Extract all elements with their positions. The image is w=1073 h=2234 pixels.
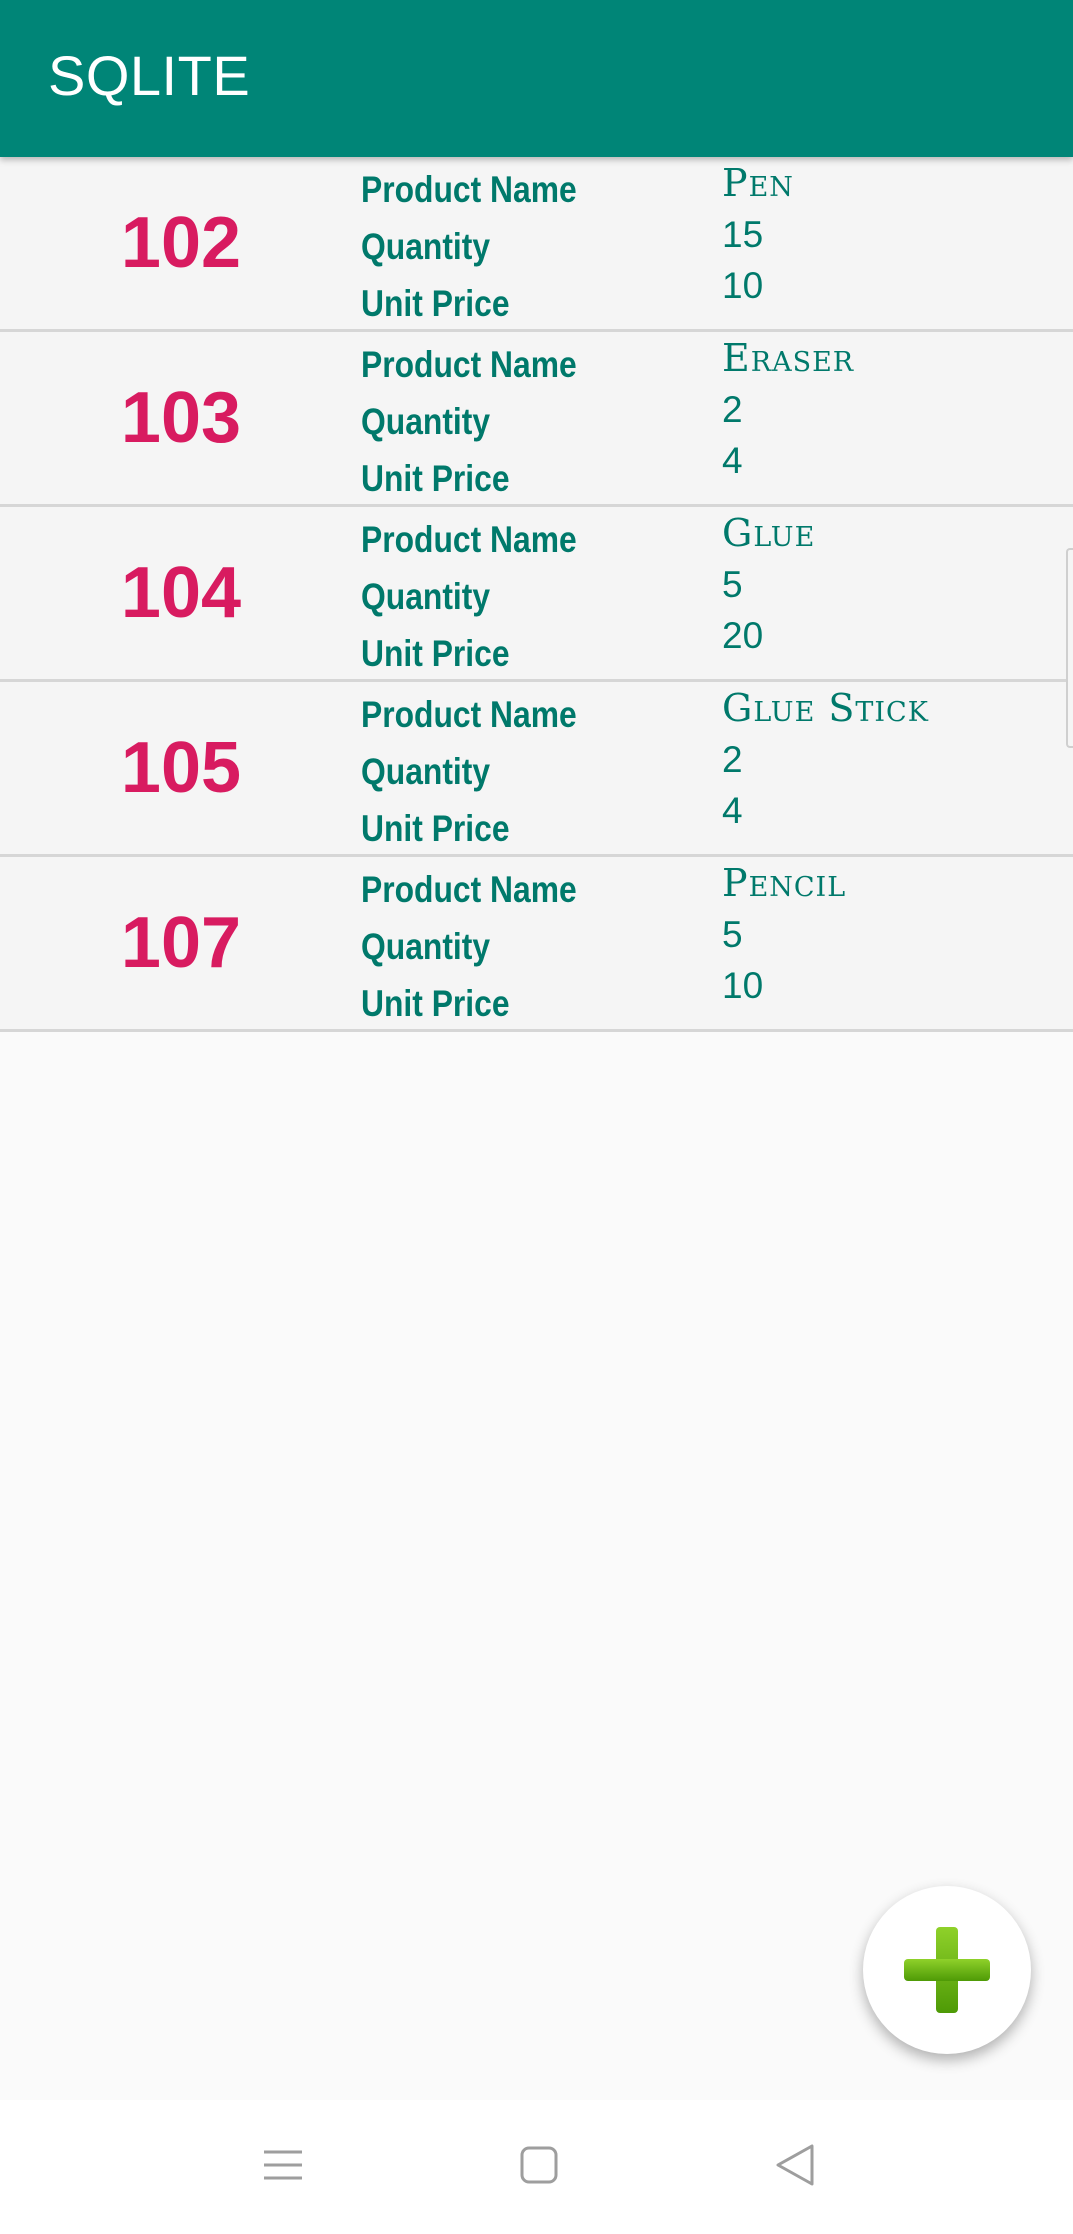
home-square-icon[interactable] — [504, 2130, 574, 2200]
product-name-value: Pen — [722, 161, 794, 205]
app-bar: SQLITE — [0, 0, 1073, 157]
product-name-label: Product Name — [361, 344, 577, 385]
plus-icon — [904, 1927, 990, 2013]
unit-price-label: Unit Price — [361, 633, 510, 674]
product-name-label: Product Name — [361, 869, 577, 910]
unit-price-label: Unit Price — [361, 983, 510, 1024]
product-id: 103 — [120, 378, 242, 458]
system-nav-bar — [0, 2100, 1073, 2234]
list-item[interactable]: 107 Product Name Quantity Unit Price Pen… — [0, 857, 1073, 1032]
field-values: Pencil 5 10 — [722, 857, 846, 1011]
scroll-edge-indicator — [1066, 548, 1073, 748]
quantity-value: 2 — [722, 389, 743, 430]
quantity-value: 5 — [722, 564, 743, 605]
quantity-label: Quantity — [361, 226, 491, 267]
quantity-label: Quantity — [361, 926, 491, 967]
back-triangle-icon[interactable] — [760, 2130, 830, 2200]
quantity-value: 5 — [722, 914, 743, 955]
quantity-value: 15 — [722, 214, 764, 255]
menu-icon[interactable] — [248, 2130, 318, 2200]
product-name-value: Glue — [722, 511, 816, 555]
product-name-label: Product Name — [361, 519, 577, 560]
product-id: 104 — [120, 553, 242, 633]
quantity-label: Quantity — [361, 401, 491, 442]
list-item[interactable]: 102 Product Name Quantity Unit Price Pen… — [0, 157, 1073, 332]
field-labels: Product Name Quantity Unit Price — [361, 861, 612, 1032]
field-labels: Product Name Quantity Unit Price — [361, 686, 612, 857]
field-labels: Product Name Quantity Unit Price — [361, 161, 612, 332]
list-item[interactable]: 103 Product Name Quantity Unit Price Era… — [0, 332, 1073, 507]
unit-price-label: Unit Price — [361, 283, 510, 324]
product-name-value: Eraser — [722, 336, 855, 380]
unit-price-label: Unit Price — [361, 808, 510, 849]
app-title: SQLITE — [48, 44, 251, 107]
field-values: Pen 15 10 — [722, 157, 794, 311]
field-values: Eraser 2 4 — [722, 332, 854, 486]
quantity-value: 2 — [722, 739, 743, 780]
unit-price-value: 10 — [722, 265, 764, 306]
product-id: 105 — [120, 728, 242, 808]
field-labels: Product Name Quantity Unit Price — [361, 511, 612, 682]
unit-price-value: 20 — [722, 615, 764, 656]
unit-price-label: Unit Price — [361, 458, 510, 499]
add-product-button[interactable] — [863, 1886, 1031, 2054]
product-name-label: Product Name — [361, 694, 577, 735]
product-name-label: Product Name — [361, 169, 577, 210]
product-list[interactable]: 102 Product Name Quantity Unit Price Pen… — [0, 157, 1073, 1032]
unit-price-value: 10 — [722, 965, 764, 1006]
list-item[interactable]: 104 Product Name Quantity Unit Price Glu… — [0, 507, 1073, 682]
quantity-label: Quantity — [361, 576, 491, 617]
product-name-value: Glue Stick — [722, 686, 929, 730]
unit-price-value: 4 — [722, 440, 743, 481]
product-name-value: Pencil — [722, 861, 847, 905]
quantity-label: Quantity — [361, 751, 491, 792]
field-values: Glue Stick 2 4 — [722, 682, 929, 836]
field-values: Glue 5 20 — [722, 507, 815, 661]
field-labels: Product Name Quantity Unit Price — [361, 336, 612, 507]
list-item[interactable]: 105 Product Name Quantity Unit Price Glu… — [0, 682, 1073, 857]
product-id: 107 — [120, 903, 242, 983]
unit-price-value: 4 — [722, 790, 743, 831]
product-id: 102 — [120, 203, 242, 283]
